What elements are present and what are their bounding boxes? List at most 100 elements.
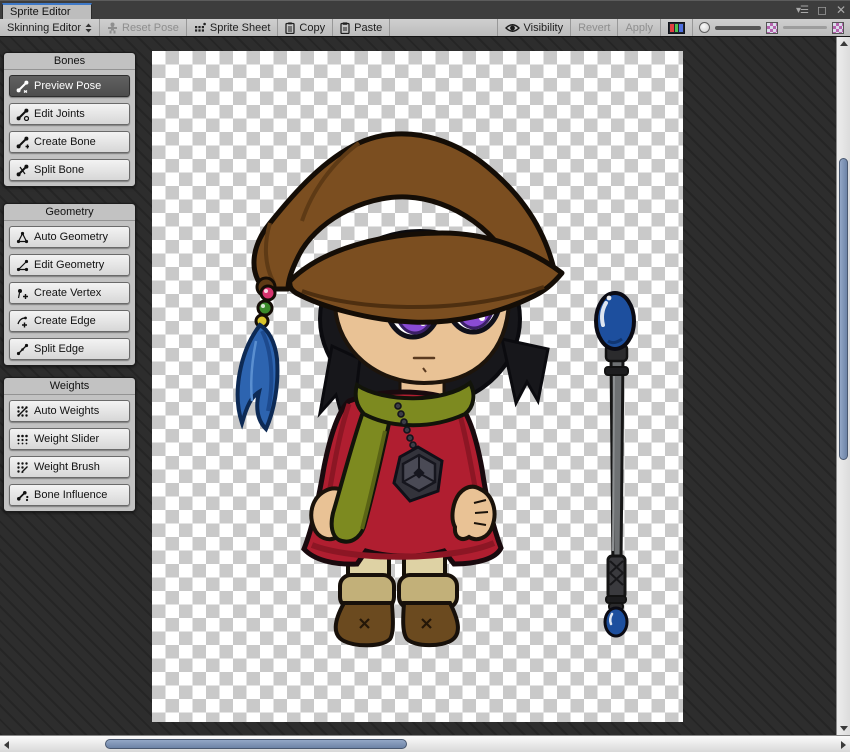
vertical-scrollbar[interactable]: [836, 37, 850, 735]
revert-button[interactable]: Revert: [571, 19, 619, 36]
edit-joints-button[interactable]: Edit Joints: [9, 103, 130, 125]
opacity-sliders: [693, 19, 850, 36]
weight-brush-icon: [17, 461, 28, 473]
scroll-right-icon[interactable]: [841, 741, 846, 749]
toolbar: Skinning Editor Reset Pose Sprite Sheet …: [0, 19, 850, 37]
copy-icon: [285, 21, 296, 34]
sprite-opacity-icon: [766, 21, 778, 34]
sprite-sheet-icon: [194, 22, 206, 32]
split-bone-label: Split Bone: [34, 164, 85, 176]
work-area: Bones Preview Pose Edit Joints Create Bo…: [0, 37, 836, 735]
create-bone-button[interactable]: Create Bone: [9, 131, 130, 153]
paste-label: Paste: [354, 21, 383, 34]
panel-bones: Bones Preview Pose Edit Joints Create Bo…: [3, 52, 136, 187]
revert-label: Revert: [578, 21, 611, 34]
scroll-down-icon[interactable]: [840, 726, 848, 731]
create-vertex-icon: [17, 288, 28, 299]
tab-label: Sprite Editor: [10, 6, 71, 18]
weight-brush-button[interactable]: Weight Brush: [9, 456, 130, 478]
visibility-label: Visibility: [523, 21, 564, 34]
preview-pose-label: Preview Pose: [34, 80, 102, 92]
edit-joints-icon: [16, 108, 29, 121]
auto-weights-button[interactable]: Auto Weights: [9, 400, 130, 422]
visibility-eye-icon: [504, 23, 520, 32]
sprite-editor-window: Sprite Editor ▾☰ ◻ ✕ Skinning Editor Res…: [0, 0, 850, 752]
create-vertex-button[interactable]: Create Vertex: [9, 282, 130, 304]
staff-sprite: [594, 291, 636, 638]
create-vertex-label: Create Vertex: [34, 287, 102, 299]
sprite-opacity-slider-knob[interactable]: [699, 22, 710, 33]
weight-slider-icon: [17, 434, 28, 444]
edit-geometry-button[interactable]: Edit Geometry: [9, 254, 130, 276]
sprite-canvas[interactable]: [152, 51, 683, 722]
tab-sprite-editor[interactable]: Sprite Editor: [2, 3, 92, 20]
title-bar: Sprite Editor ▾☰ ◻ ✕: [0, 0, 850, 20]
panel-weights-title: Weights: [4, 378, 135, 395]
bone-influence-icon: [17, 490, 29, 501]
mode-dropdown[interactable]: Skinning Editor: [0, 19, 100, 36]
create-edge-icon: [17, 316, 27, 327]
horizontal-scrollbar[interactable]: [0, 735, 850, 752]
mesh-opacity-icon: [832, 21, 844, 34]
auto-weights-label: Auto Weights: [34, 405, 100, 417]
reset-pose-label: Reset Pose: [122, 21, 179, 34]
copy-button[interactable]: Copy: [278, 19, 334, 36]
panel-weights: Weights Auto Weights Weight Slider Weigh…: [3, 377, 136, 512]
create-bone-label: Create Bone: [34, 136, 96, 148]
apply-button[interactable]: Apply: [618, 19, 661, 36]
mesh-opacity-slider-track[interactable]: [783, 26, 827, 29]
mode-dropdown-label: Skinning Editor: [7, 21, 81, 34]
window-menu-icon[interactable]: ▾☰: [796, 4, 809, 17]
hat-beads-and-feather: [235, 284, 280, 433]
weight-slider-label: Weight Slider: [34, 433, 100, 445]
panel-geometry-title: Geometry: [4, 204, 135, 221]
auto-geometry-label: Auto Geometry: [34, 231, 108, 243]
bone-influence-label: Bone Influence: [34, 489, 108, 501]
reset-pose-button[interactable]: Reset Pose: [100, 19, 187, 36]
create-edge-label: Create Edge: [34, 315, 96, 327]
character-sprite: [235, 131, 636, 648]
panel-geometry: Geometry Auto Geometry Edit Geometry Cre…: [3, 203, 136, 366]
paste-button[interactable]: Paste: [333, 19, 391, 36]
scroll-left-icon[interactable]: [4, 741, 9, 749]
scroll-up-icon[interactable]: [840, 41, 848, 46]
panel-bones-title: Bones: [4, 53, 135, 70]
paste-icon: [340, 21, 350, 34]
witch-character-sprite: [235, 131, 565, 648]
create-edge-button[interactable]: Create Edge: [9, 310, 130, 332]
preview-pose-button[interactable]: Preview Pose: [9, 75, 130, 97]
preview-pose-icon: [16, 80, 29, 93]
close-icon[interactable]: ✕: [836, 4, 846, 17]
bone-influence-button[interactable]: Bone Influence: [9, 484, 130, 506]
split-edge-icon: [16, 343, 29, 355]
edit-geometry-icon: [16, 259, 29, 271]
swatch-green: [674, 23, 679, 32]
horizontal-scrollbar-thumb[interactable]: [105, 739, 407, 749]
swatch-blue: [679, 23, 684, 32]
reset-pose-icon: [108, 22, 117, 33]
split-bone-button[interactable]: Split Bone: [9, 159, 130, 181]
split-edge-button[interactable]: Split Edge: [9, 338, 130, 360]
auto-weights-icon: [17, 405, 28, 417]
swatch-red: [670, 23, 674, 32]
split-bone-icon: [16, 164, 29, 176]
witch-hat: [251, 131, 565, 325]
split-edge-label: Split Edge: [34, 343, 85, 355]
visibility-button[interactable]: Visibility: [496, 19, 572, 36]
auto-geometry-icon: [16, 231, 29, 243]
sprite-opacity-slider-track[interactable]: [715, 25, 761, 30]
weight-slider-button[interactable]: Weight Slider: [9, 428, 130, 450]
bone-color-swatch[interactable]: [668, 21, 685, 34]
sprite-sheet-button[interactable]: Sprite Sheet: [187, 19, 279, 36]
create-bone-icon: [16, 136, 29, 148]
sprite-sheet-label: Sprite Sheet: [209, 21, 271, 34]
bone-color-swatch-wrap: [661, 19, 693, 36]
apply-label: Apply: [625, 21, 653, 34]
copy-label: Copy: [299, 21, 326, 34]
auto-geometry-button[interactable]: Auto Geometry: [9, 226, 130, 248]
maximize-icon[interactable]: ◻: [817, 4, 827, 17]
weight-brush-label: Weight Brush: [34, 461, 100, 473]
edit-geometry-label: Edit Geometry: [34, 259, 105, 271]
edit-joints-label: Edit Joints: [34, 108, 85, 120]
vertical-scrollbar-thumb[interactable]: [839, 158, 848, 460]
